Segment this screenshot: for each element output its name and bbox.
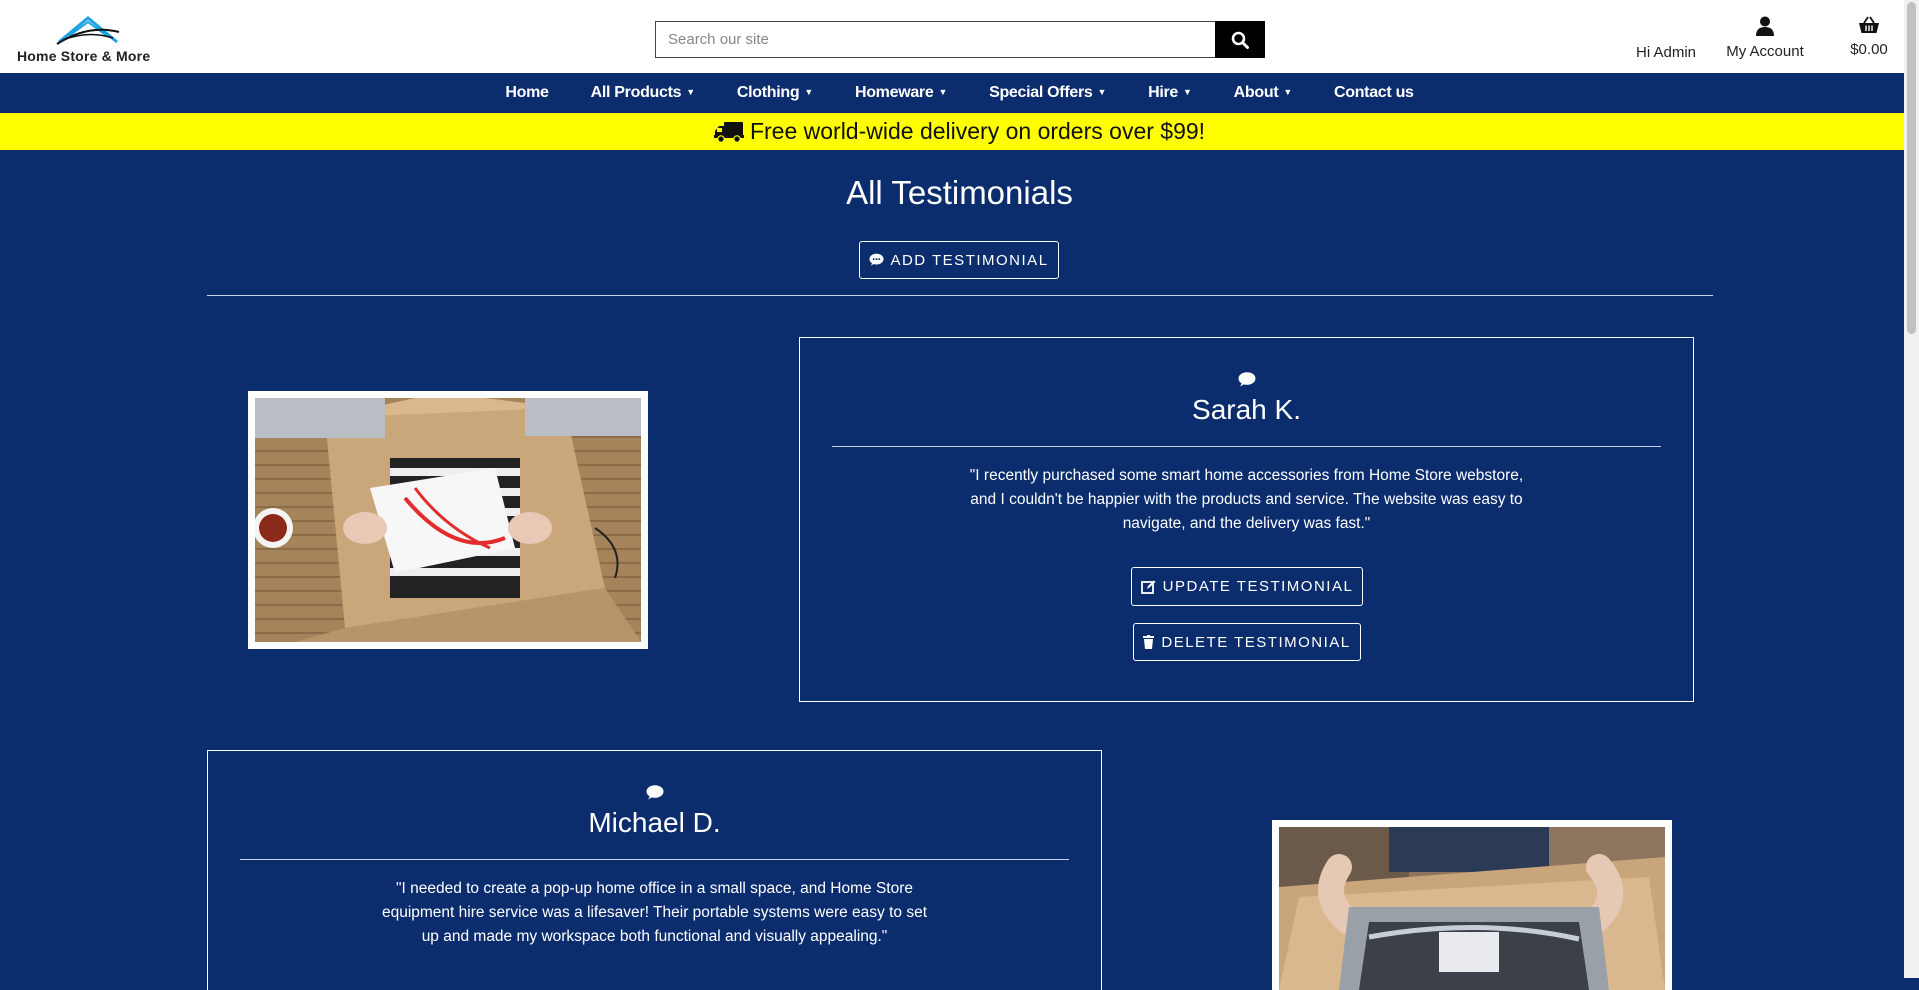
caret-down-icon: ▼ bbox=[938, 87, 948, 97]
my-account-link[interactable]: My Account bbox=[1720, 16, 1810, 60]
unboxing-package-photo-icon bbox=[1279, 827, 1665, 990]
my-account-label: My Account bbox=[1726, 43, 1804, 60]
comment-icon bbox=[646, 785, 663, 800]
edit-icon bbox=[1140, 580, 1156, 594]
logo-text: Home Store & More bbox=[17, 48, 151, 64]
add-testimonial-button[interactable]: ADD TESTIMONIAL bbox=[859, 241, 1059, 279]
nav-item-about[interactable]: About ▼ bbox=[1233, 84, 1293, 102]
testimonial-quote: "I recently purchased some smart home ac… bbox=[969, 467, 1524, 532]
user-icon bbox=[1756, 16, 1774, 36]
quote-icon-wrap bbox=[208, 785, 1101, 800]
quote-icon-wrap bbox=[800, 372, 1693, 387]
nav-item-label: About bbox=[1233, 84, 1279, 101]
site-logo[interactable]: Home Store & More bbox=[17, 14, 177, 66]
card-divider bbox=[832, 446, 1661, 447]
delivery-truck-icon bbox=[713, 121, 744, 143]
search-button[interactable] bbox=[1215, 21, 1265, 58]
nav-item-label: Hire bbox=[1148, 84, 1179, 101]
nav-item-hire[interactable]: Hire ▼ bbox=[1148, 84, 1192, 102]
testimonial-quote: "I needed to create a pop-up home office… bbox=[381, 880, 928, 945]
nav-item-label: Contact us bbox=[1333, 84, 1414, 101]
unboxing-clothes-photo-icon bbox=[255, 398, 641, 642]
site-header: Home Store & More Hi Admin My Account $0… bbox=[0, 0, 1919, 73]
delivery-banner-text: Free world-wide delivery on orders over … bbox=[749, 118, 1206, 144]
nav-item-clothing[interactable]: Clothing ▼ bbox=[737, 84, 813, 102]
caret-down-icon: ▼ bbox=[686, 87, 695, 97]
nav-item-label: Home bbox=[505, 84, 549, 101]
nav-item-contact-us[interactable]: Contact us bbox=[1334, 84, 1414, 102]
shopping-cart-link[interactable]: $0.00 bbox=[1843, 16, 1895, 58]
add-testimonial-label: ADD TESTIMONIAL bbox=[890, 251, 1049, 269]
card-divider bbox=[240, 859, 1069, 860]
caret-down-icon: ▼ bbox=[804, 87, 813, 97]
search-bar bbox=[655, 21, 1265, 58]
testimonial-quote-wrap: "I needed to create a pop-up home office… bbox=[208, 877, 1101, 949]
testimonial-author: Michael D. bbox=[588, 807, 721, 838]
cart-total: $0.00 bbox=[1850, 41, 1888, 58]
update-testimonial-button[interactable]: UPDATE TESTIMONIAL bbox=[1131, 567, 1363, 606]
page-title: All Testimonials bbox=[846, 174, 1073, 211]
testimonial-card: Sarah K. "I recently purchased some smar… bbox=[799, 337, 1694, 702]
caret-down-icon: ▼ bbox=[1283, 87, 1292, 97]
caret-down-icon: ▼ bbox=[1097, 87, 1107, 97]
nav-item-all-products[interactable]: All Products ▼ bbox=[590, 84, 696, 102]
delete-testimonial-button[interactable]: DELETE TESTIMONIAL bbox=[1133, 623, 1361, 661]
testimonial-author: Sarah K. bbox=[1192, 394, 1301, 425]
page-scrollbar[interactable] bbox=[1904, 0, 1919, 978]
update-testimonial-label: UPDATE TESTIMONIAL bbox=[1162, 578, 1354, 595]
user-greeting: Hi Admin bbox=[1636, 44, 1697, 61]
caret-down-icon: ▼ bbox=[1183, 87, 1192, 97]
testimonial-image bbox=[248, 391, 648, 649]
nav-item-home[interactable]: Home bbox=[505, 84, 549, 102]
testimonial-quote-wrap: "I recently purchased some smart home ac… bbox=[800, 464, 1693, 536]
search-icon bbox=[1231, 31, 1249, 49]
nav-item-label: Clothing bbox=[736, 84, 800, 101]
roof-logo-icon bbox=[56, 16, 120, 45]
nav-item-special-offers[interactable]: Special Offers ▼ bbox=[989, 84, 1106, 102]
section-divider bbox=[207, 295, 1713, 296]
nav-item-label: Special Offers bbox=[989, 84, 1093, 101]
testimonial-image bbox=[1272, 820, 1672, 990]
nav-item-homeware[interactable]: Homeware ▼ bbox=[855, 84, 947, 102]
comment-icon bbox=[1238, 372, 1255, 387]
main-nav: Home All Products ▼ Clothing ▼ Homeware ▼ S… bbox=[0, 73, 1919, 113]
nav-item-label: All Products bbox=[590, 84, 682, 101]
nav-item-label: Homeware bbox=[854, 84, 934, 101]
testimonial-card: Michael D. "I needed to create a pop-up … bbox=[207, 750, 1102, 990]
shopping-basket-icon bbox=[1859, 16, 1879, 33]
search-input[interactable] bbox=[655, 21, 1215, 58]
trash-icon bbox=[1143, 635, 1155, 649]
delete-testimonial-label: DELETE TESTIMONIAL bbox=[1161, 633, 1351, 651]
delivery-banner: Free world-wide delivery on orders over … bbox=[0, 113, 1919, 150]
comment-icon bbox=[869, 253, 884, 266]
scrollbar-thumb[interactable] bbox=[1907, 2, 1916, 334]
